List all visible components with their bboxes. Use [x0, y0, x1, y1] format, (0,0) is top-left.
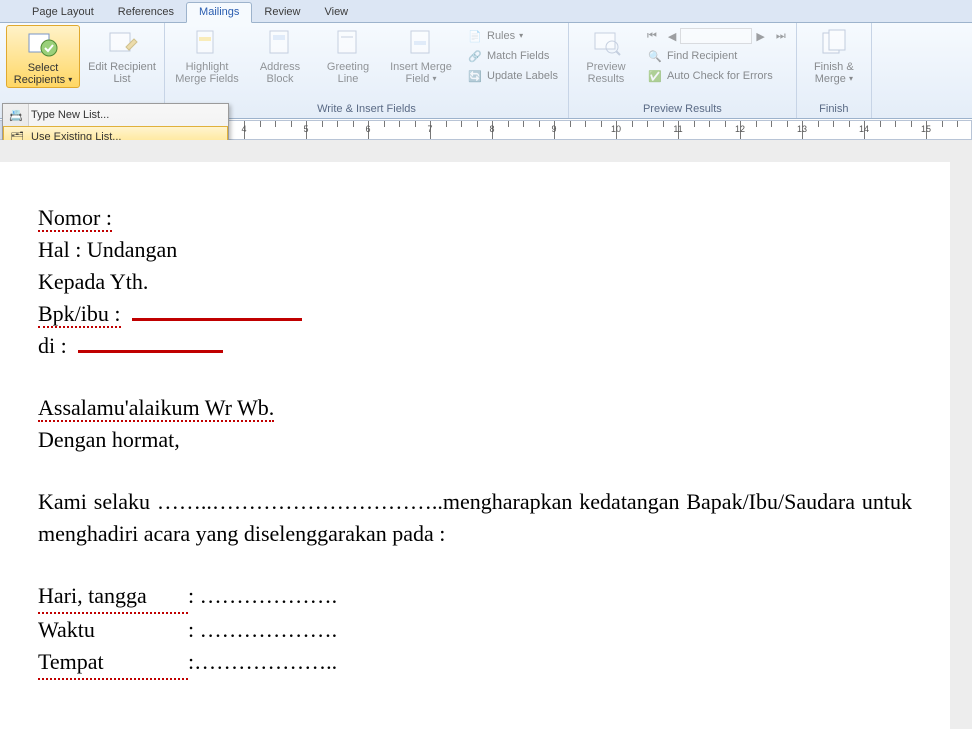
- greeting-icon: [332, 27, 364, 59]
- finish-merge-label: Finish & Merge: [814, 61, 854, 85]
- highlight-merge-label: Highlight Merge Fields: [173, 61, 241, 85]
- underline-field-2: [78, 332, 223, 353]
- text-paragraph: Kami selaku ……..…………………………..mengharapkan…: [38, 486, 912, 550]
- new-list-icon: 📇: [7, 106, 25, 124]
- insert-merge-field-button[interactable]: Insert Merge Field ▾: [385, 25, 457, 86]
- insert-merge-label: Insert Merge Field: [390, 61, 452, 85]
- text-salam: Assalamu'alaikum Wr Wb.: [38, 395, 274, 422]
- text-hormat: Dengan hormat,: [38, 424, 912, 456]
- preview-results-button[interactable]: Preview Results: [575, 25, 637, 85]
- document-page[interactable]: Nomor : Hal : Undangan Kepada Yth. Bpk/i…: [0, 162, 950, 729]
- find-recipient-label: Find Recipient: [667, 50, 737, 62]
- group-finish: Finish & Merge ▾ Finish: [797, 23, 872, 118]
- record-nav[interactable]: ⏮ ◀ ▶ ⏭: [643, 27, 790, 45]
- colon-1: :: [188, 583, 194, 608]
- check-icon: ✅: [647, 68, 663, 84]
- find-recipient-button[interactable]: 🔍 Find Recipient: [643, 47, 790, 65]
- recipients-icon: [27, 28, 59, 60]
- tab-references[interactable]: References: [106, 3, 186, 22]
- colon-2: :: [188, 617, 194, 642]
- insert-merge-icon: [405, 27, 437, 59]
- horizontal-ruler[interactable]: 456789101112131415: [223, 120, 972, 140]
- greeting-line-label: Greeting Line: [319, 61, 377, 85]
- group-label-finish: Finish: [803, 101, 865, 118]
- auto-check-label: Auto Check for Errors: [667, 70, 773, 82]
- text-tempat: Tempat: [38, 646, 188, 680]
- preview-icon: [590, 27, 622, 59]
- update-labels-label: Update Labels: [487, 70, 558, 82]
- greeting-line-button[interactable]: Greeting Line: [317, 25, 379, 85]
- rules-button[interactable]: 📄Rules ▾: [463, 27, 562, 45]
- group-label-write: Write & Insert Fields: [171, 101, 562, 118]
- underline-field-1: [132, 300, 302, 321]
- text-hari: Hari, tangga: [38, 580, 188, 614]
- address-block-label: Address Block: [251, 61, 309, 85]
- tab-mailings[interactable]: Mailings: [186, 2, 252, 23]
- dots-3: ………………..: [194, 649, 337, 674]
- menu-type-new-list[interactable]: 📇 Type New List...: [3, 104, 228, 126]
- text-hal: Hal : Undangan: [38, 234, 912, 266]
- rules-label: Rules: [487, 30, 515, 42]
- text-di: di :: [38, 333, 67, 358]
- preview-results-label: Preview Results: [577, 61, 635, 85]
- match-fields-button[interactable]: 🔗 Match Fields: [463, 47, 562, 65]
- text-waktu: Waktu: [38, 614, 188, 646]
- group-preview: Preview Results ⏮ ◀ ▶ ⏭ 🔍Find Recipient …: [569, 23, 797, 118]
- text-kepada: Kepada Yth.: [38, 266, 912, 298]
- match-icon: 🔗: [467, 48, 483, 64]
- select-recipients-button[interactable]: Select Recipients ▾: [6, 25, 80, 88]
- address-icon: [264, 27, 296, 59]
- dots-2: ……………….: [200, 617, 338, 642]
- match-fields-label: Match Fields: [487, 50, 549, 62]
- highlight-icon: [191, 27, 223, 59]
- tab-view[interactable]: View: [312, 3, 360, 22]
- find-icon: 🔍: [647, 48, 663, 64]
- menu-type-new-label: Type New List...: [31, 109, 109, 121]
- tab-page-layout[interactable]: Page Layout: [20, 3, 106, 22]
- highlight-merge-button[interactable]: Highlight Merge Fields: [171, 25, 243, 85]
- finish-icon: [818, 27, 850, 59]
- address-block-button[interactable]: Address Block: [249, 25, 311, 85]
- tab-bar: Page Layout References Mailings Review V…: [0, 0, 972, 23]
- edit-recipient-list-button[interactable]: Edit Recipient List: [86, 25, 158, 85]
- tab-review[interactable]: Review: [252, 3, 312, 22]
- prev-record-icon[interactable]: ◀: [668, 30, 676, 43]
- group-label-preview: Preview Results: [575, 101, 790, 118]
- update-icon: 🔄: [467, 68, 483, 84]
- edit-list-icon: [106, 27, 138, 59]
- finish-merge-button[interactable]: Finish & Merge ▾: [803, 25, 865, 86]
- edit-recipient-label: Edit Recipient List: [88, 61, 156, 85]
- text-nomor: Nomor :: [38, 205, 112, 232]
- rules-icon: 📄: [467, 28, 483, 44]
- document-area: Nomor : Hal : Undangan Kepada Yth. Bpk/i…: [0, 140, 972, 729]
- next-record-icon[interactable]: ▶: [756, 30, 764, 43]
- last-record-icon[interactable]: ⏭: [776, 30, 786, 43]
- text-bpk: Bpk/ibu :: [38, 301, 121, 328]
- dots-1: ……………….: [200, 583, 338, 608]
- auto-check-button[interactable]: ✅ Auto Check for Errors: [643, 67, 790, 85]
- select-recipients-label: Select Recipients: [14, 62, 65, 86]
- first-record-icon[interactable]: ⏮: [647, 30, 657, 43]
- update-labels-button[interactable]: 🔄 Update Labels: [463, 67, 562, 85]
